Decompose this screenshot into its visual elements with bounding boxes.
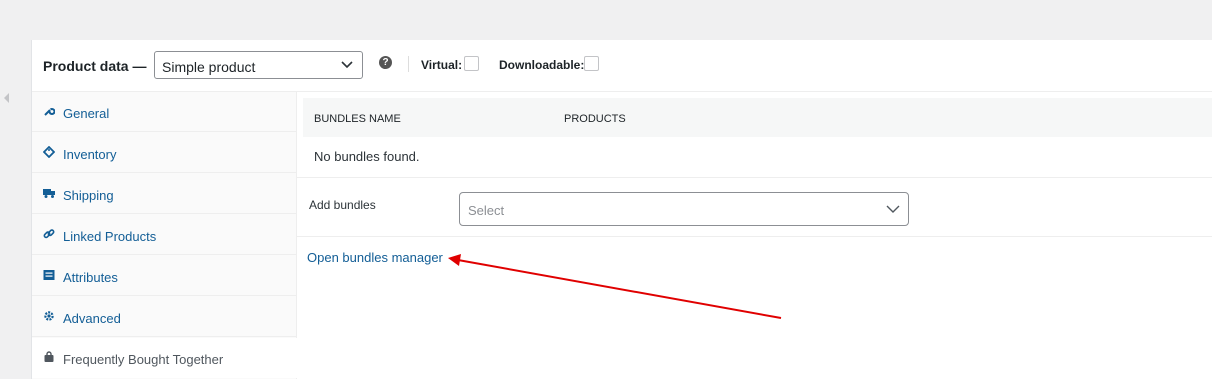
tab-frequently-bought-together[interactable]: Frequently Bought Together	[32, 338, 297, 378]
chevron-down-icon	[886, 205, 900, 213]
product-type-value: Simple product	[162, 59, 256, 75]
tab-inventory[interactable]: Inventory	[32, 133, 296, 173]
truck-icon	[43, 189, 55, 198]
bag-icon	[44, 351, 54, 362]
column-header-products: Products	[564, 113, 626, 125]
tab-label: Attributes	[63, 270, 118, 285]
tab-label: Linked Products	[63, 229, 157, 244]
link-icon	[43, 229, 55, 239]
tab-shipping[interactable]: Shipping	[32, 174, 296, 214]
tag-icon	[43, 146, 55, 158]
select-placeholder: Select	[468, 203, 505, 218]
list-icon	[43, 270, 55, 280]
bundles-table-header: Bundles name Products	[303, 98, 1212, 137]
product-data-panel: Product data — Simple product ? Virtual:…	[31, 40, 1212, 379]
product-type-select[interactable]: Simple product	[154, 51, 363, 79]
bundles-content: Bundles name Products No bundles found. …	[297, 92, 1212, 379]
tab-label: Advanced	[63, 311, 121, 326]
gear-icon	[44, 311, 54, 321]
help-icon[interactable]: ?	[379, 56, 392, 69]
column-header-bundles-name: Bundles name	[314, 113, 401, 125]
tab-label: Inventory	[63, 147, 117, 162]
add-bundles-label: Add bundles	[309, 198, 376, 212]
downloadable-checkbox[interactable]	[584, 56, 599, 71]
tab-advanced[interactable]: Advanced	[32, 297, 296, 337]
add-bundles-select[interactable]: Select	[459, 192, 909, 226]
product-data-header: Product data — Simple product ? Virtual:…	[32, 40, 1212, 92]
tab-general[interactable]: General	[32, 92, 296, 132]
open-bundles-manager-link[interactable]: Open bundles manager	[307, 250, 443, 265]
collapse-arrow-icon	[4, 93, 9, 103]
virtual-checkbox[interactable]	[464, 56, 479, 71]
divider	[297, 236, 1212, 237]
wrench-icon	[44, 108, 55, 116]
tab-linked-products[interactable]: Linked Products	[32, 215, 296, 255]
empty-bundles-message: No bundles found.	[314, 149, 420, 164]
header-divider	[408, 56, 409, 72]
tab-attributes[interactable]: Attributes	[32, 256, 296, 296]
tab-label: General	[63, 106, 110, 121]
virtual-label: Virtual:	[421, 58, 463, 72]
tab-label: Frequently Bought Together	[63, 352, 224, 367]
tab-label: Shipping	[63, 188, 114, 203]
product-data-tabs: General Inventory Shipping Linked Produc…	[32, 92, 297, 379]
chevron-down-icon	[341, 61, 353, 69]
downloadable-label: Downloadable:	[499, 58, 585, 72]
divider	[297, 177, 1212, 178]
product-data-title: Product data —	[43, 58, 147, 74]
